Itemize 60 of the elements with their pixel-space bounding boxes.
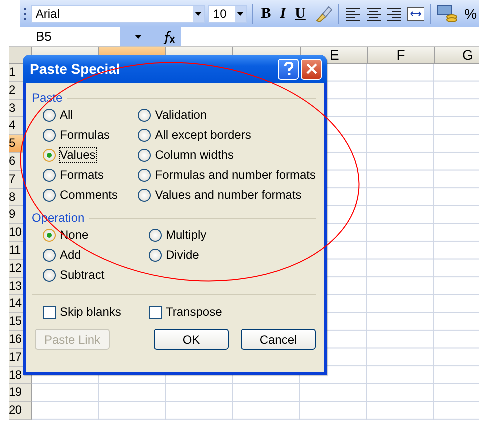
option-label[interactable]: Validation [155, 108, 208, 122]
column-header[interactable]: F [368, 47, 435, 64]
row-header[interactable]: 20 [9, 402, 32, 420]
currency-icon[interactable] [437, 4, 459, 24]
radio-button[interactable] [43, 188, 56, 202]
radio-button[interactable] [138, 168, 152, 182]
merge-cells-icon[interactable] [406, 6, 424, 20]
align-icon[interactable] [366, 6, 382, 20]
option-label[interactable]: Subtract [60, 268, 105, 282]
row-header[interactable]: 19 [9, 384, 32, 402]
option-label[interactable]: Formulas [60, 128, 110, 142]
radio-button[interactable] [149, 228, 162, 242]
caret-icon [134, 34, 142, 38]
caret-icon [237, 12, 244, 16]
checkbox-label[interactable]: Skip blanks [60, 305, 122, 319]
option-label[interactable]: Add [60, 248, 82, 262]
option-label[interactable]: Comments [60, 188, 118, 202]
toolbar-grip-icon[interactable] [23, 6, 27, 20]
dialog-button[interactable]: Cancel [241, 329, 316, 350]
align-icon[interactable] [386, 6, 402, 20]
option-label[interactable]: Values and number formats [155, 188, 302, 202]
question-mark-icon [282, 62, 294, 76]
caret-icon [195, 12, 202, 16]
radio-button[interactable] [138, 108, 152, 122]
checkbox[interactable] [149, 306, 162, 318]
radio-button[interactable] [43, 148, 56, 162]
function-icon[interactable] [162, 30, 176, 44]
option-label[interactable]: Column widths [155, 148, 234, 162]
format-button[interactable]: B [258, 4, 274, 24]
option-label[interactable]: Multiply [166, 228, 207, 242]
option-label[interactable]: Divide [166, 248, 200, 262]
radio-button[interactable] [138, 188, 152, 202]
close-icon [306, 63, 318, 75]
option-label[interactable]: Formats [60, 168, 104, 182]
format-button[interactable]: I [277, 4, 290, 24]
align-icon[interactable] [345, 6, 361, 20]
option-label[interactable]: Formulas and number formats [155, 168, 316, 182]
option-label[interactable]: All except borders [155, 128, 252, 142]
close-button[interactable] [301, 58, 322, 80]
radio-button[interactable] [43, 248, 56, 262]
option-label[interactable]: All [60, 108, 74, 122]
radio-button[interactable] [138, 148, 152, 162]
font-size-dropdown[interactable]: 10 [208, 4, 248, 22]
radio-button[interactable] [149, 248, 162, 262]
radio-button[interactable] [43, 228, 56, 242]
format-button[interactable]: U [292, 4, 309, 24]
radio-button[interactable] [43, 128, 56, 142]
help-button[interactable] [278, 58, 299, 80]
checkbox[interactable] [43, 306, 56, 318]
column-header[interactable]: G [435, 47, 479, 64]
dialog-button[interactable]: OK [154, 329, 229, 350]
radio-button[interactable] [43, 268, 56, 282]
option-label[interactable]: Values [60, 148, 96, 162]
radio-button[interactable] [138, 128, 152, 142]
radio-button[interactable] [43, 108, 56, 122]
dialog-title: Paste Special [30, 61, 122, 77]
radio-button[interactable] [43, 168, 56, 182]
font-dropdown[interactable]: Arial [30, 4, 206, 22]
checkbox-label[interactable]: Transpose [166, 305, 222, 319]
percent-style-button[interactable]: % [462, 6, 479, 22]
